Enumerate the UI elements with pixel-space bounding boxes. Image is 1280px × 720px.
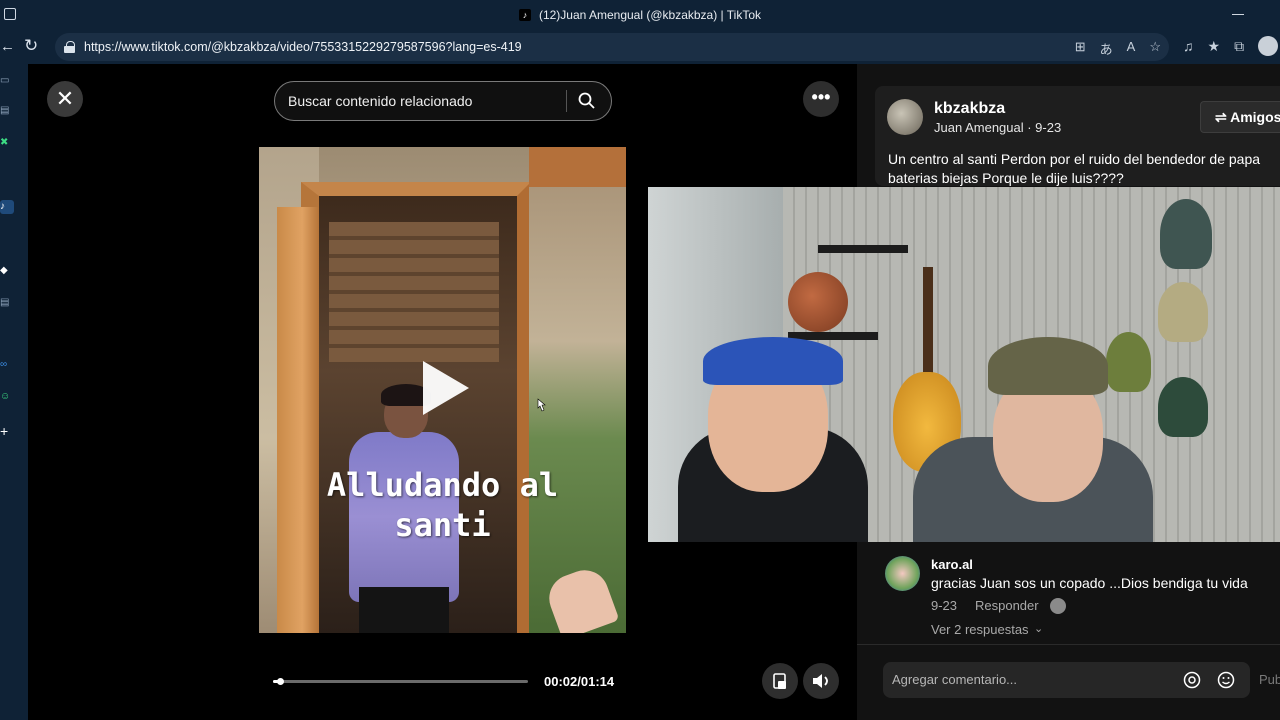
comment-divider [857, 644, 1280, 645]
window-title: (12)Juan Amengual (@kbzakbza) | TikTok [538, 8, 762, 22]
url-field[interactable]: https://www.tiktok.com/@kbzakbza/video/7… [55, 33, 1169, 61]
address-bar: ← ↻ https://www.tiktok.com/@kbzakbza/vid… [0, 30, 1280, 64]
video-inner-wall [329, 222, 499, 362]
browser-titlebar: ♪ (12)Juan Amengual (@kbzakbza) | TikTok [0, 0, 1280, 30]
author-username[interactable]: kbzakbza [934, 100, 1005, 118]
stream-guitar-neck [923, 267, 933, 377]
author-subtitle: Juan Amengual · 9-23 [934, 120, 1062, 135]
comment-text: gracias Juan sos un copado ...Dios bendi… [931, 575, 1248, 591]
description-line-2: baterias biejas Porque le dije luis???? [888, 170, 1124, 186]
video-door [277, 207, 319, 633]
close-button[interactable]: ✕ [47, 81, 83, 117]
search-input[interactable]: Buscar contenido relacionado [274, 81, 612, 121]
tiktok-tab-icon[interactable]: ♪ [0, 200, 14, 214]
translate-icon[interactable]: あ [1100, 39, 1113, 58]
comment-avatar[interactable] [885, 556, 920, 591]
profile-avatar[interactable] [1258, 36, 1279, 56]
video-outside [529, 147, 626, 633]
url-actions: ⊞ あ A ☆ [1075, 39, 1161, 58]
swap-arrows-icon: ⇌ [1215, 109, 1231, 125]
comment-username[interactable]: karo.al [931, 557, 973, 572]
view-replies-button[interactable]: Ver 2 respuestas [931, 622, 1029, 637]
search-placeholder: Buscar contenido relacionado [288, 93, 473, 109]
stream-person-1-cap [703, 337, 843, 385]
stream-cap-4 [1158, 377, 1208, 437]
app-face-icon[interactable]: ☺ [0, 390, 14, 404]
comment-input[interactable]: Agregar comentario... [883, 662, 1250, 698]
overlay-stream-video [648, 187, 1280, 542]
refresh-icon[interactable]: ↻ [24, 36, 38, 56]
app-icon[interactable]: ✖ [0, 136, 14, 150]
collections-icon[interactable]: ⧉ [1234, 38, 1244, 55]
comment-placeholder: Agregar comentario... [892, 672, 1018, 687]
play-icon[interactable] [423, 361, 469, 415]
video-roof [529, 147, 626, 187]
friends-button[interactable]: ⇌ Amigos [1200, 101, 1280, 133]
apps-icon[interactable]: ⊞ [1075, 39, 1086, 58]
search-icon[interactable] [578, 92, 595, 109]
friends-label: Amigos [1230, 109, 1280, 125]
volume-button[interactable] [803, 663, 839, 699]
pip-icon [773, 673, 786, 689]
description-line-1: Un centro al santi Perdon por el ruido d… [888, 151, 1261, 167]
tab-icon[interactable]: ▤ [0, 104, 14, 118]
read-aloud-icon[interactable]: A [1127, 39, 1136, 58]
back-arrow-icon[interactable]: ← [0, 38, 15, 55]
comment-date: 9-23 [931, 598, 958, 613]
emoji-icon[interactable] [1217, 671, 1235, 689]
add-tab-icon[interactable]: + [0, 424, 14, 438]
publish-button[interactable]: Pub [1259, 672, 1280, 687]
app-tag-icon[interactable]: ◆ [0, 264, 14, 278]
stream-cap-3 [1106, 332, 1151, 392]
video-description: Un centro al santi Perdon por el ruido d… [888, 150, 1280, 188]
video-progress-bar[interactable] [273, 680, 528, 683]
reply-button[interactable]: Responder [975, 598, 1039, 613]
browser-toolbar: ♫ ★ ⧉ [1183, 36, 1279, 56]
lock-icon[interactable] [64, 41, 75, 53]
video-time: 00:02/01:14 [544, 674, 615, 689]
video-progress-handle[interactable] [276, 678, 284, 685]
url-text[interactable]: https://www.tiktok.com/@kbzakbza/video/7… [84, 40, 522, 54]
caption-line-1: Alludando al [326, 466, 559, 504]
workspaces-icon[interactable] [4, 8, 16, 20]
tab-icon-2[interactable]: ▤ [0, 296, 14, 310]
video-frame[interactable]: Alludando al santi [259, 147, 626, 633]
favorite-star-icon[interactable]: ☆ [1149, 39, 1161, 58]
video-person-pants [359, 587, 449, 633]
author-avatar[interactable] [887, 99, 923, 135]
close-icon: ✕ [55, 86, 75, 111]
chevron-down-icon[interactable]: ⌄ [1034, 622, 1043, 635]
tabs-icon[interactable]: ▭ [0, 74, 14, 88]
stream-person-2-cap [988, 337, 1108, 395]
extensions-icon[interactable]: ♫ [1183, 38, 1194, 54]
caption-line-2: santi [394, 506, 491, 544]
tiktok-favicon-icon: ♪ [518, 9, 531, 21]
stream-shelf-top [818, 245, 908, 253]
search-divider [566, 90, 567, 112]
more-options-button[interactable]: ••• [803, 81, 839, 117]
stream-cap-1 [1160, 199, 1212, 269]
creator-liked-icon [1050, 598, 1066, 614]
stream-basketball [788, 272, 848, 332]
video-caption: Alludando al santi [259, 465, 626, 545]
stream-cap-2 [1158, 282, 1208, 342]
minimize-button[interactable] [1232, 14, 1244, 15]
volume-icon [813, 674, 828, 688]
pip-button[interactable] [762, 663, 798, 699]
at-icon[interactable] [1183, 671, 1201, 689]
browser-sidebar: ▭ ▤ ✖ ♪ ◆ ▤ ∞ ☺ + [0, 64, 28, 720]
app-link-icon[interactable]: ∞ [0, 358, 14, 372]
mouse-cursor-icon [537, 398, 546, 412]
more-icon: ••• [811, 87, 831, 107]
favorites-icon[interactable]: ★ [1208, 38, 1221, 55]
